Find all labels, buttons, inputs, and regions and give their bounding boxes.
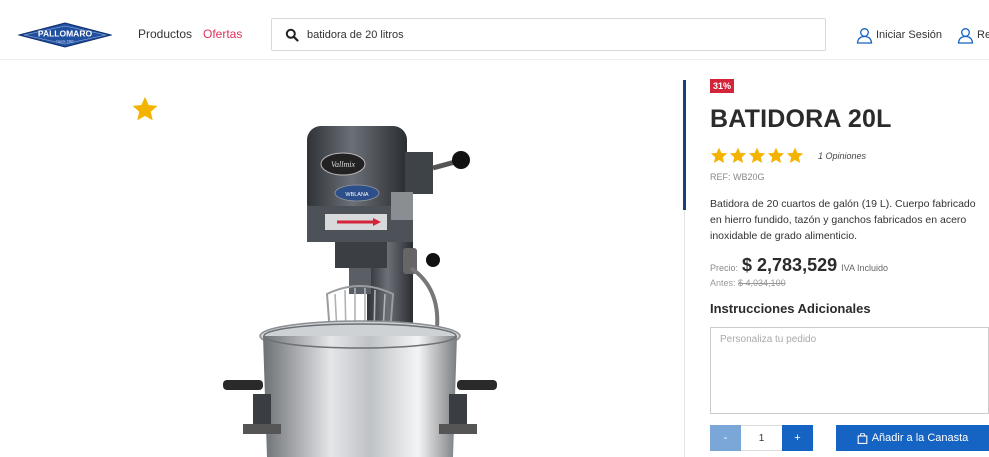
favorite-star-icon[interactable] [131,96,159,122]
login-label: Iniciar Sesión [876,29,943,41]
reviews-link[interactable]: 1 Opiniones [818,151,866,161]
rating-stars [710,147,805,164]
user-icon [856,27,873,44]
nav-productos[interactable]: Productos [138,27,192,41]
product-image: Vallmix WBLANA [223,126,497,457]
search-icon[interactable] [285,28,299,42]
search-bar[interactable] [271,18,826,51]
before-price: $ 4,034,100 [738,278,786,288]
register-link[interactable]: Re [957,25,989,45]
details-divider-line [684,210,685,457]
star-icon [748,147,766,163]
nav-ofertas[interactable]: Ofertas [203,27,242,41]
star-icon [710,147,728,163]
order-notes-field[interactable] [710,327,989,414]
shopping-bag-icon [857,432,868,444]
star-icon [786,147,804,163]
search-input[interactable] [307,25,807,45]
quantity-input[interactable] [741,425,782,451]
register-label: Re [977,29,989,41]
iva-label: IVA Incluido [841,263,888,273]
machine-label: Vallmix [331,160,355,169]
price-row: Precio: $ 2,783,529 IVA Incluido [710,255,888,276]
before-label: Antes: [710,278,736,288]
pallomaro-logo[interactable]: PALLOMARO Desde 1960 [18,22,112,48]
machine-plate: WBLANA [345,192,369,198]
site-header: PALLOMARO Desde 1960 Productos Ofertas I… [0,8,989,60]
details-divider [683,80,686,210]
product-description: Batidora de 20 cuartos de galón (19 L). … [710,198,976,242]
price-label: Precio: [710,263,739,273]
star-icon [767,147,785,163]
star-icon [729,147,747,163]
price-value: $ 2,783,529 [742,255,838,275]
instructions-title: Instrucciones Adicionales [710,301,871,316]
add-to-cart-button[interactable]: Añadir a la Canasta [836,425,989,451]
logo-text: PALLOMARO [38,29,93,39]
top-strip [0,0,989,8]
quantity-increase-button[interactable]: + [782,425,813,451]
before-price-row: Antes: $ 4,034,100 [710,278,786,288]
login-link[interactable]: Iniciar Sesión [856,25,942,45]
add-to-cart-label: Añadir a la Canasta [871,432,969,444]
product-ref: REF: WB20G [710,172,765,182]
product-title: BATIDORA 20L [710,105,892,133]
quantity-decrease-button[interactable]: - [710,425,741,451]
user-icon [957,27,974,44]
logo-subtext: Desde 1960 [56,40,73,44]
discount-badge: 31% [710,79,735,93]
